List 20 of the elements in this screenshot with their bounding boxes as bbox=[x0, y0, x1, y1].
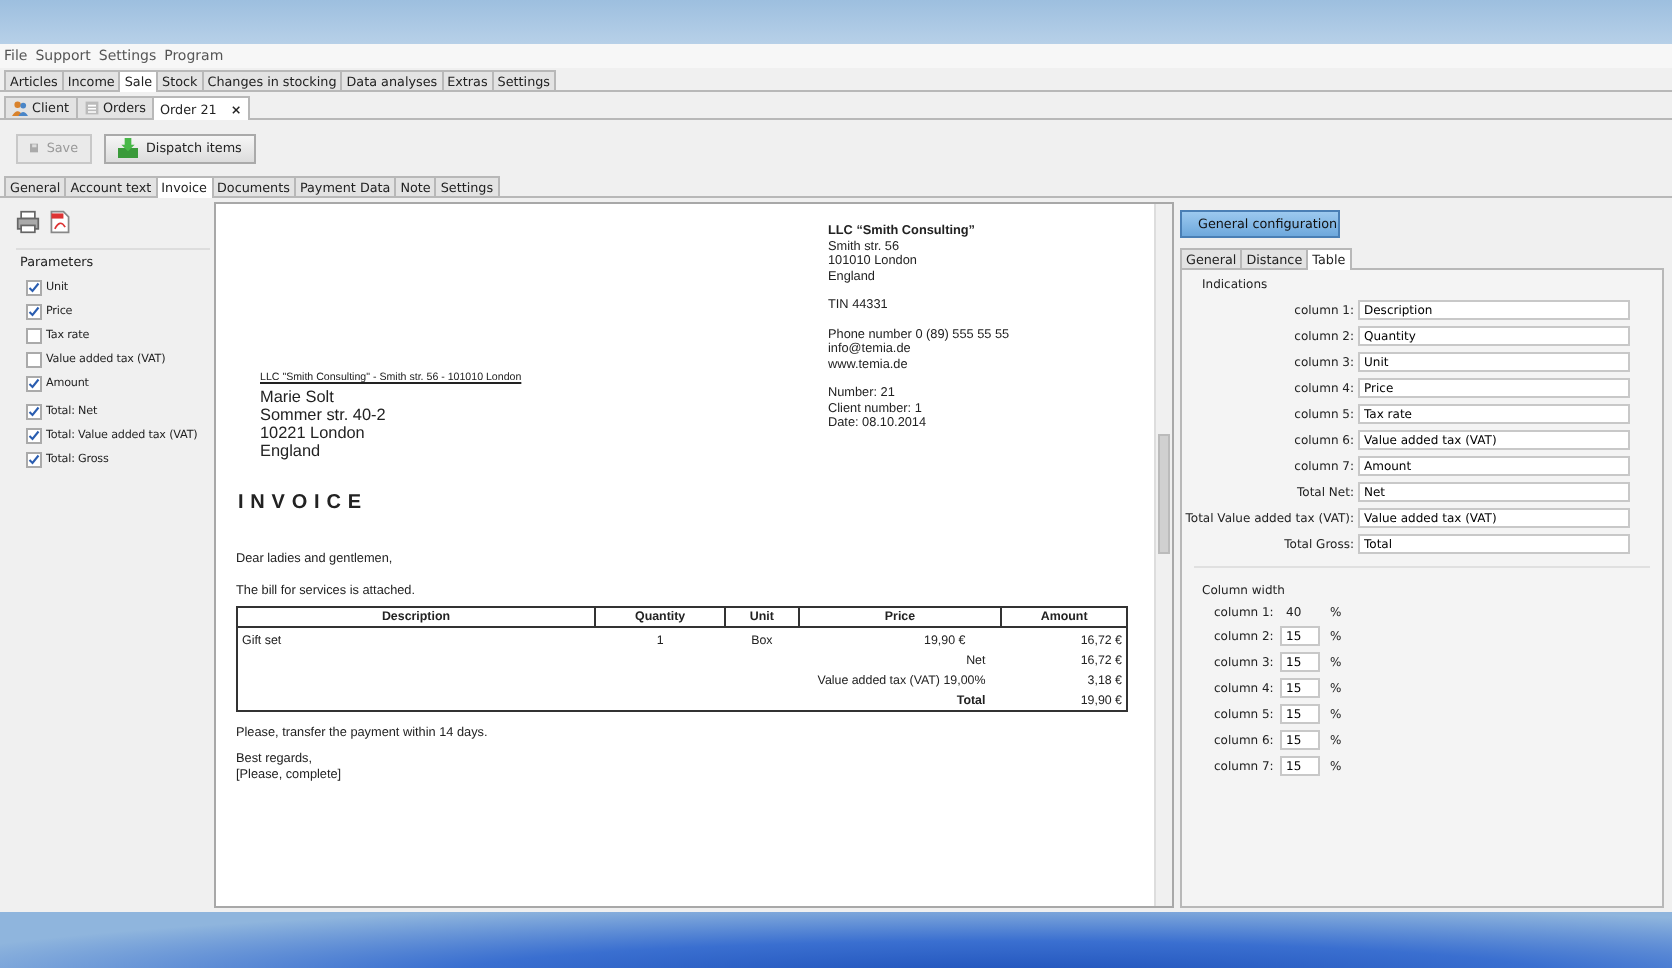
people-icon bbox=[12, 100, 28, 116]
invoice-title: INVOICE bbox=[238, 492, 368, 514]
checkbox[interactable] bbox=[26, 280, 42, 296]
scrollbar[interactable] bbox=[1154, 204, 1172, 906]
checkbox[interactable] bbox=[26, 352, 42, 368]
pdf-icon[interactable] bbox=[48, 210, 72, 234]
checkbox[interactable] bbox=[26, 404, 42, 420]
recipient-address-line: 10221 London bbox=[260, 424, 365, 442]
recipient-address-line: Marie Solt bbox=[260, 388, 334, 406]
scroll-thumb[interactable] bbox=[1158, 434, 1170, 554]
recipient-address-line: England bbox=[260, 442, 321, 460]
download-icon bbox=[118, 138, 138, 158]
list-icon bbox=[83, 100, 100, 116]
checkbox[interactable] bbox=[26, 304, 42, 320]
printer-icon[interactable] bbox=[16, 210, 40, 234]
recipient-address-line: Sommer str. 40-2 bbox=[260, 406, 386, 424]
checkbox[interactable] bbox=[26, 376, 42, 392]
checkbox[interactable] bbox=[26, 328, 42, 344]
checkbox[interactable] bbox=[26, 428, 42, 444]
checkbox[interactable] bbox=[26, 452, 42, 468]
